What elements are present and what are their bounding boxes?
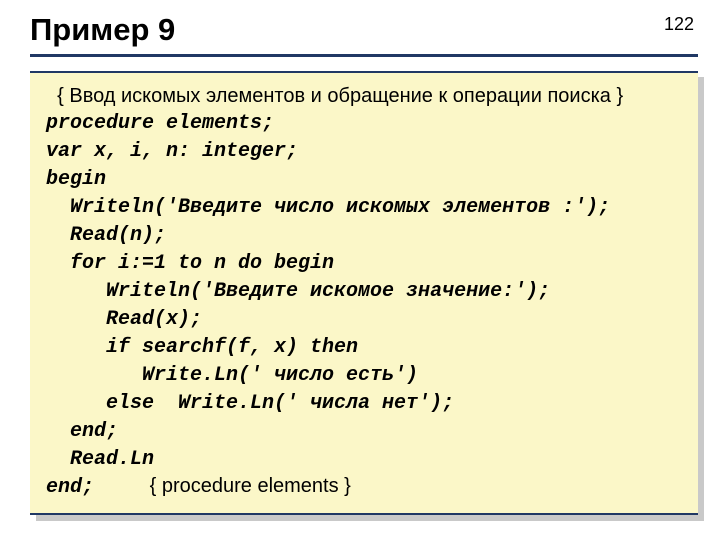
page-number: 122 xyxy=(664,14,694,35)
code-line: procedure elements; xyxy=(46,112,274,135)
code-line: end; xyxy=(46,476,94,499)
code-line: Write.Ln(' число есть') xyxy=(46,364,418,387)
code-line: for i:=1 to n do begin xyxy=(46,252,334,275)
slide-title: Пример 9 xyxy=(30,12,664,48)
slide: Пример 9 122 { Ввод искомых элементов и … xyxy=(0,0,720,540)
code-line: else Write.Ln(' числа нет'); xyxy=(46,392,454,415)
code-box: { Ввод искомых элементов и обращение к о… xyxy=(30,71,698,515)
code-line: if searchf(f, x) then xyxy=(46,336,358,359)
code-end-comment: { procedure elements } xyxy=(150,475,351,497)
code-line: var x, i, n: integer; xyxy=(46,140,298,163)
code-box-wrapper: { Ввод искомых элементов и обращение к о… xyxy=(30,71,698,515)
code-comment: { Ввод искомых элементов и обращение к о… xyxy=(46,85,623,107)
title-row: Пример 9 122 xyxy=(30,12,698,57)
code-line: Writeln('Введите число искомых элементов… xyxy=(46,196,610,219)
code-line: Writeln('Введите искомое значение:'); xyxy=(46,280,550,303)
code-line: Read(n); xyxy=(46,224,166,247)
code-line: begin xyxy=(46,168,106,191)
code-line: end; xyxy=(46,420,118,443)
code-line: Read(x); xyxy=(46,308,202,331)
code-line: Read.Ln xyxy=(46,448,154,471)
